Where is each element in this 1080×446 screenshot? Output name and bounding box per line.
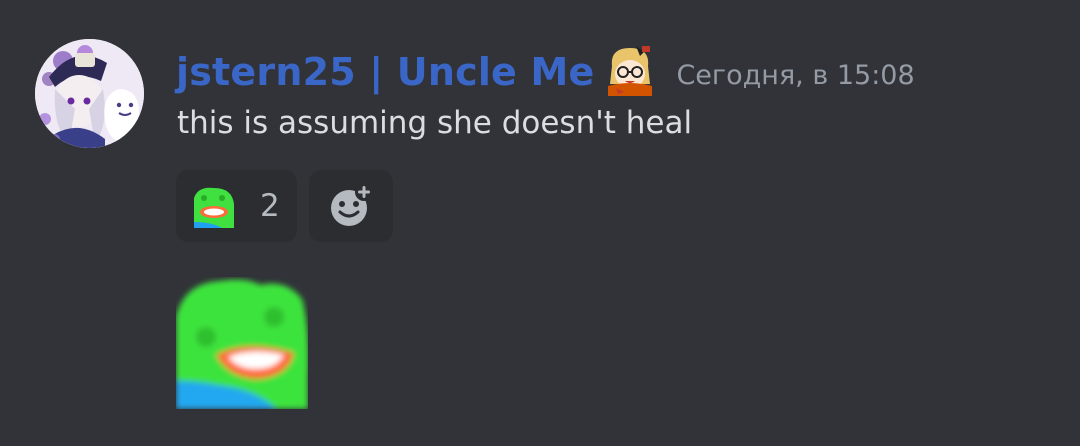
reaction-count: 2 (260, 188, 280, 224)
reaction-pepe-laugh[interactable]: 2 (176, 170, 297, 242)
anime-girl-glasses-icon[interactable] (604, 44, 656, 96)
add-reaction-button[interactable] (309, 170, 393, 242)
add-reaction-icon (331, 184, 373, 226)
message-header: jstern25 | Uncle Me Сегодня, в 15:08 (176, 44, 915, 100)
message-timestamp[interactable]: Сегодня, в 15:08 (676, 60, 914, 91)
user-avatar[interactable] (35, 39, 144, 148)
anime-girl-avatar-icon (35, 39, 144, 148)
username[interactable]: jstern25 | Uncle Me (176, 50, 594, 94)
pepe-laugh-emoji (194, 187, 234, 228)
reactions-bar: 2 (176, 170, 393, 242)
message-content: this is assuming she doesn't heal (177, 105, 693, 141)
pepe-laugh-emoji (176, 279, 308, 409)
chat-message: jstern25 | Uncle Me Сегодня, в 15:08 thi… (0, 0, 1080, 446)
